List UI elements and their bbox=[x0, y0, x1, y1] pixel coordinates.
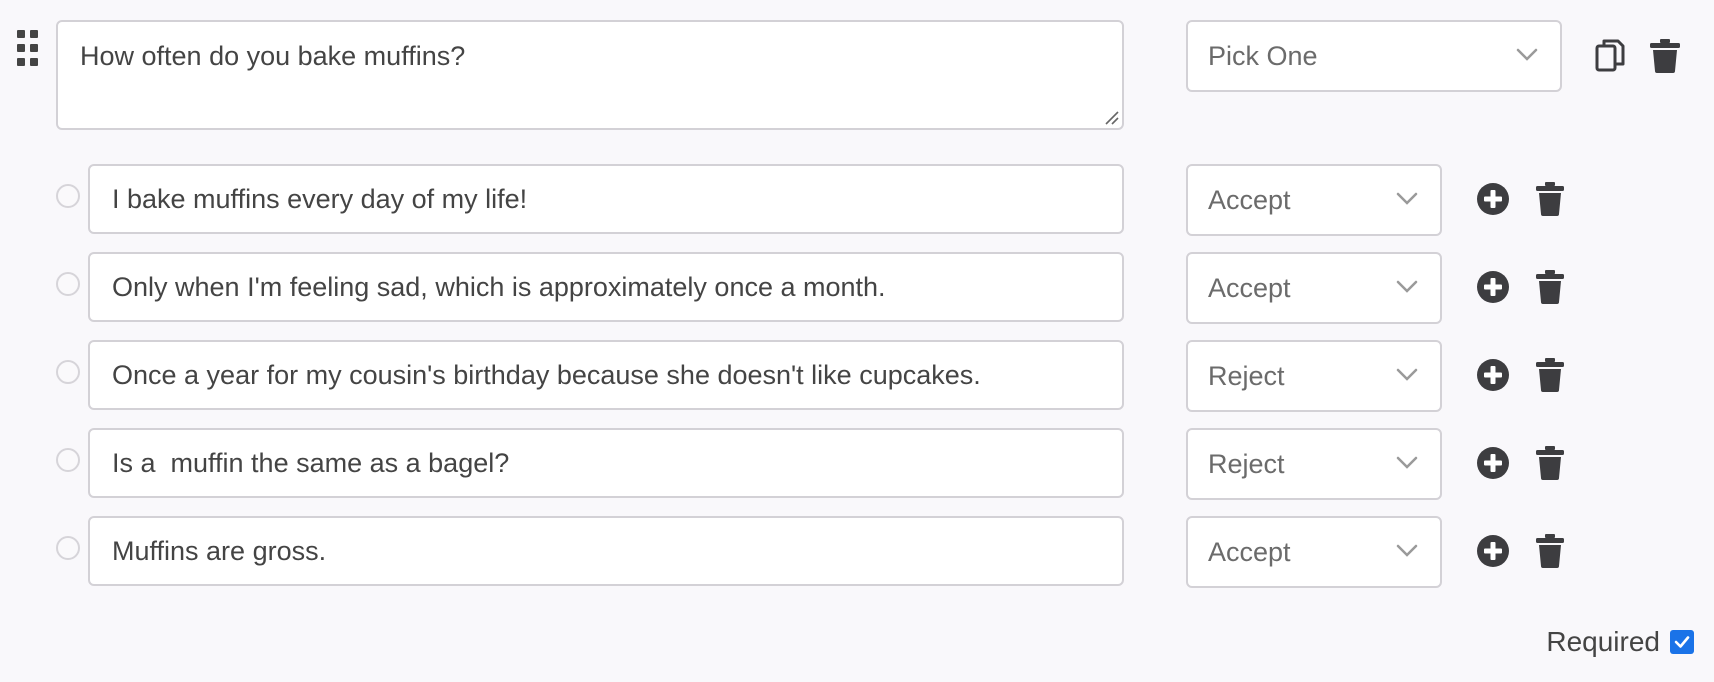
answer-radio[interactable] bbox=[56, 184, 80, 208]
plus-circle-icon[interactable] bbox=[1477, 271, 1509, 303]
answer-input[interactable]: Only when I'm feeling sad, which is appr… bbox=[88, 252, 1124, 322]
resize-grip-icon[interactable] bbox=[1103, 109, 1119, 125]
answer-action-select[interactable]: Reject bbox=[1186, 428, 1442, 500]
answer-action-select[interactable]: Reject bbox=[1186, 340, 1442, 412]
answer-row: Only when I'm feeling sad, which is appr… bbox=[0, 252, 1714, 324]
chevron-down-icon bbox=[1396, 368, 1418, 381]
answer-text: Once a year for my cousin's birthday bec… bbox=[112, 359, 981, 390]
checkmark-icon bbox=[1674, 636, 1690, 648]
answer-text: Is a muffin the same as a bagel? bbox=[112, 447, 510, 478]
question-type-value: Pick One bbox=[1208, 40, 1318, 71]
answer-input[interactable]: I bake muffins every day of my life! bbox=[88, 164, 1124, 234]
chevron-down-icon bbox=[1516, 48, 1538, 61]
answer-row: Muffins are gross. Accept bbox=[0, 516, 1714, 588]
question-text: How often do you bake muffins? bbox=[80, 41, 466, 71]
answer-radio[interactable] bbox=[56, 536, 80, 560]
trash-icon[interactable] bbox=[1536, 182, 1564, 216]
question-textarea[interactable]: How often do you bake muffins? bbox=[56, 20, 1124, 130]
answer-text: I bake muffins every day of my life! bbox=[112, 183, 528, 214]
drag-handle-icon[interactable] bbox=[17, 30, 39, 66]
answer-action-select[interactable]: Accept bbox=[1186, 252, 1442, 324]
answer-action-value: Reject bbox=[1208, 448, 1285, 479]
answer-action-value: Accept bbox=[1208, 272, 1291, 303]
answer-text: Only when I'm feeling sad, which is appr… bbox=[112, 271, 886, 302]
chevron-down-icon bbox=[1396, 280, 1418, 293]
plus-circle-icon[interactable] bbox=[1477, 535, 1509, 567]
required-toggle[interactable]: Required bbox=[1546, 626, 1694, 658]
answer-action-value: Accept bbox=[1208, 184, 1291, 215]
required-checkbox[interactable] bbox=[1670, 630, 1694, 654]
answer-action-select[interactable]: Accept bbox=[1186, 164, 1442, 236]
answer-input[interactable]: Is a muffin the same as a bagel? bbox=[88, 428, 1124, 498]
answer-radio[interactable] bbox=[56, 272, 80, 296]
question-type-select[interactable]: Pick One bbox=[1186, 20, 1562, 92]
answer-action-value: Reject bbox=[1208, 360, 1285, 391]
answer-action-value: Accept bbox=[1208, 536, 1291, 567]
trash-icon[interactable] bbox=[1536, 358, 1564, 392]
answer-action-select[interactable]: Accept bbox=[1186, 516, 1442, 588]
answer-radio[interactable] bbox=[56, 448, 80, 472]
plus-circle-icon[interactable] bbox=[1477, 359, 1509, 391]
answer-text: Muffins are gross. bbox=[112, 535, 327, 566]
plus-circle-icon[interactable] bbox=[1477, 183, 1509, 215]
answer-row: Is a muffin the same as a bagel? Reject bbox=[0, 428, 1714, 500]
trash-icon[interactable] bbox=[1536, 446, 1564, 480]
trash-icon[interactable] bbox=[1650, 39, 1680, 73]
answer-row: I bake muffins every day of my life! Acc… bbox=[0, 164, 1714, 236]
answer-input[interactable]: Muffins are gross. bbox=[88, 516, 1124, 586]
trash-icon[interactable] bbox=[1536, 534, 1564, 568]
chevron-down-icon bbox=[1396, 456, 1418, 469]
answer-radio[interactable] bbox=[56, 360, 80, 384]
plus-circle-icon[interactable] bbox=[1477, 447, 1509, 479]
answer-input[interactable]: Once a year for my cousin's birthday bec… bbox=[88, 340, 1124, 410]
answer-row: Once a year for my cousin's birthday bec… bbox=[0, 340, 1714, 412]
trash-icon[interactable] bbox=[1536, 270, 1564, 304]
copy-icon[interactable] bbox=[1595, 38, 1625, 74]
chevron-down-icon bbox=[1396, 192, 1418, 205]
required-label: Required bbox=[1546, 626, 1660, 657]
chevron-down-icon bbox=[1396, 544, 1418, 557]
